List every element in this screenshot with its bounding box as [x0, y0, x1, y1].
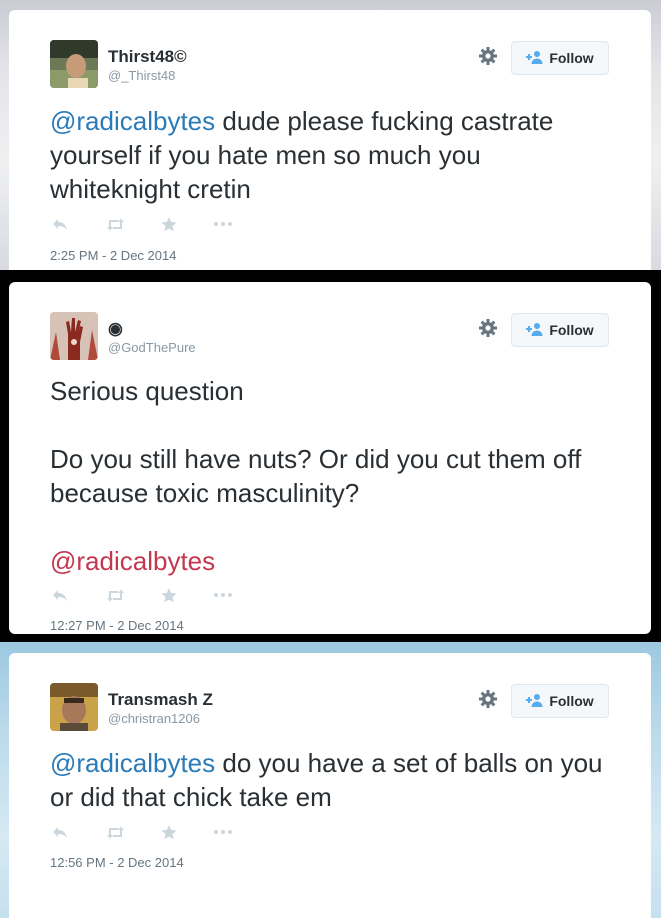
display-name[interactable]: Transmash Z [108, 690, 213, 710]
display-name[interactable]: Thirst48© [108, 47, 187, 67]
display-name[interactable]: ◉ [108, 319, 123, 339]
avatar[interactable] [50, 312, 98, 360]
follow-label: Follow [549, 322, 594, 338]
favorite-icon[interactable] [159, 216, 179, 232]
gear-icon[interactable] [478, 46, 498, 66]
tweet-actions [50, 584, 233, 606]
more-icon[interactable] [213, 222, 233, 226]
avatar[interactable] [50, 40, 98, 88]
tweet-card: Thirst48© @_Thirst48 Follow @radicalbyte… [9, 10, 651, 270]
follow-button[interactable]: Follow [511, 313, 609, 347]
follow-label: Follow [549, 50, 594, 66]
tweet-card: Transmash Z @christran1206 Follow @radic… [9, 653, 651, 918]
follow-icon [526, 322, 543, 339]
follow-icon [526, 50, 543, 67]
retweet-icon[interactable] [105, 589, 125, 602]
retweet-icon[interactable] [105, 826, 125, 839]
gear-icon[interactable] [478, 318, 498, 338]
reply-icon[interactable] [50, 826, 70, 839]
favorite-icon[interactable] [159, 587, 179, 603]
timestamp[interactable]: 2:25 PM - 2 Dec 2014 [50, 248, 176, 263]
tweet-card: ◉ @GodThePure Follow Serious question Do… [9, 282, 651, 634]
gear-icon[interactable] [478, 689, 498, 709]
username[interactable]: @GodThePure [108, 340, 196, 355]
reply-icon[interactable] [50, 589, 70, 602]
retweet-icon[interactable] [105, 218, 125, 231]
follow-icon [526, 693, 543, 710]
more-icon[interactable] [213, 830, 233, 834]
reply-icon[interactable] [50, 218, 70, 231]
timestamp[interactable]: 12:56 PM - 2 Dec 2014 [50, 855, 184, 870]
mention-link[interactable]: @radicalbytes [50, 544, 610, 578]
follow-label: Follow [549, 693, 594, 709]
username[interactable]: @christran1206 [108, 711, 200, 726]
tweet-background-1: Thirst48© @_Thirst48 Follow @radicalbyte… [0, 0, 661, 270]
more-icon[interactable] [213, 593, 233, 597]
mention-link[interactable]: @radicalbytes [50, 748, 215, 778]
tweet-text-line2: Do you still have nuts? Or did you cut t… [50, 444, 582, 508]
username[interactable]: @_Thirst48 [108, 68, 175, 83]
tweet-text: @radicalbytes dude please fucking castra… [50, 104, 610, 206]
tweet-text-line1: Serious question [50, 376, 244, 406]
avatar[interactable] [50, 683, 98, 731]
tweet-actions [50, 213, 233, 235]
timestamp[interactable]: 12:27 PM - 2 Dec 2014 [50, 618, 184, 633]
tweet-background-2: ◉ @GodThePure Follow Serious question Do… [0, 270, 661, 642]
tweet-text: @radicalbytes do you have a set of balls… [50, 746, 610, 814]
mention-link[interactable]: @radicalbytes [50, 106, 215, 136]
tweet-background-3: Transmash Z @christran1206 Follow @radic… [0, 642, 661, 918]
tweet-actions [50, 821, 233, 843]
follow-button[interactable]: Follow [511, 41, 609, 75]
follow-button[interactable]: Follow [511, 684, 609, 718]
favorite-icon[interactable] [159, 824, 179, 840]
